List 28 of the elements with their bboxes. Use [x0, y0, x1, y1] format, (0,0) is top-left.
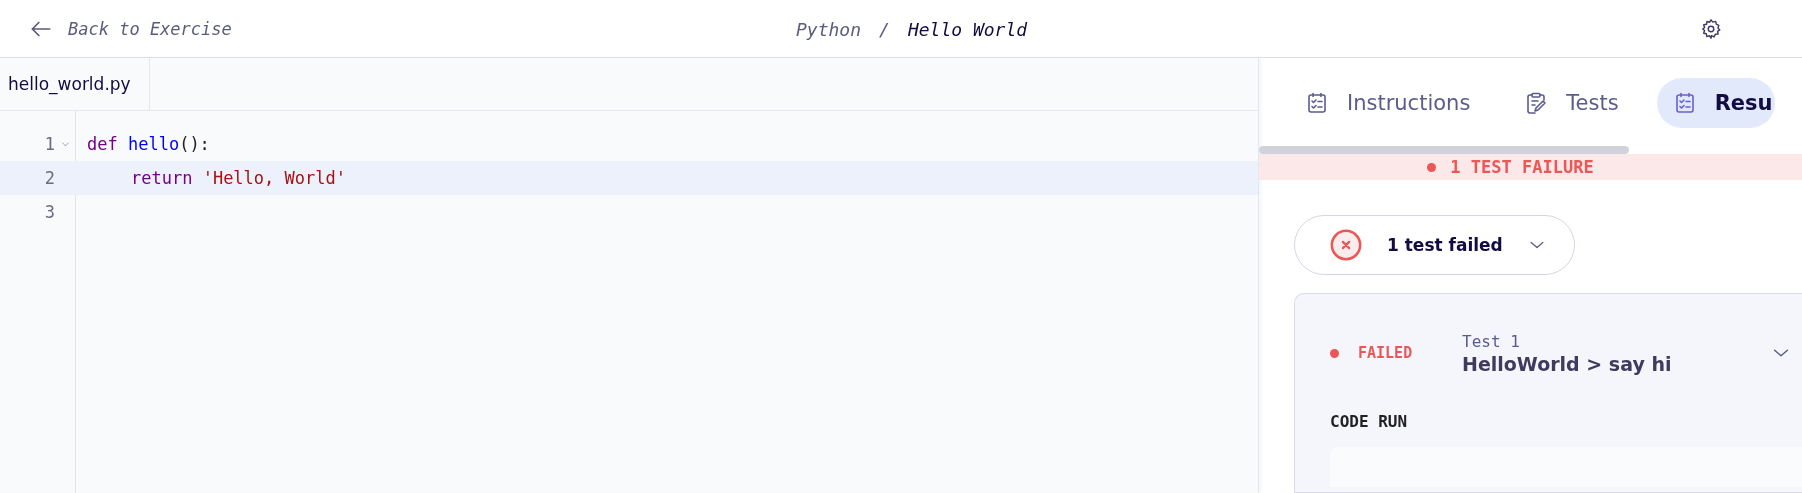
panel-tab[interactable]: Tests [1508, 78, 1635, 128]
status-dot-icon [1427, 162, 1437, 172]
section-heading: CODE RUN [1330, 412, 1409, 431]
test-status: FAILED [1358, 344, 1413, 362]
code-line: return 'Hello, World' [130, 168, 346, 188]
back-link[interactable]: Back to Exercise [28, 15, 232, 42]
panel-tab[interactable]: Instructions [1289, 78, 1487, 128]
line-number: 2 [44, 168, 55, 188]
code-line: def hello(): [86, 134, 210, 154]
line-number: 1 [44, 134, 55, 154]
scrollbar-thumb[interactable] [1259, 146, 1629, 154]
test-filter-dropdown[interactable]: 1 test failed [1294, 215, 1575, 275]
clipboard-icon [1524, 91, 1549, 115]
settings-icon [1700, 17, 1722, 40]
test-number: Test 1 [1462, 331, 1521, 351]
failure-count: 1 TEST FAILURE [1450, 157, 1594, 177]
test-name: HelloWorld > say hi [1462, 352, 1672, 375]
checklist-icon [1305, 91, 1329, 115]
settings-button[interactable] [1700, 17, 1722, 40]
breadcrumb-item[interactable]: Python [796, 18, 862, 40]
panel-tab[interactable]: Resu [1656, 78, 1775, 128]
line-number: 3 [44, 202, 55, 222]
file-tab[interactable]: hello_world.py [0, 58, 150, 110]
status-dot-icon [1330, 348, 1339, 358]
breadcrumb-separator: / [879, 18, 890, 40]
x-circle-icon [1329, 228, 1363, 262]
breadcrumb-item: Hello World [907, 18, 1028, 40]
test-header[interactable]: FAILED Test 1 HelloWorld > say hi [1330, 294, 1802, 388]
